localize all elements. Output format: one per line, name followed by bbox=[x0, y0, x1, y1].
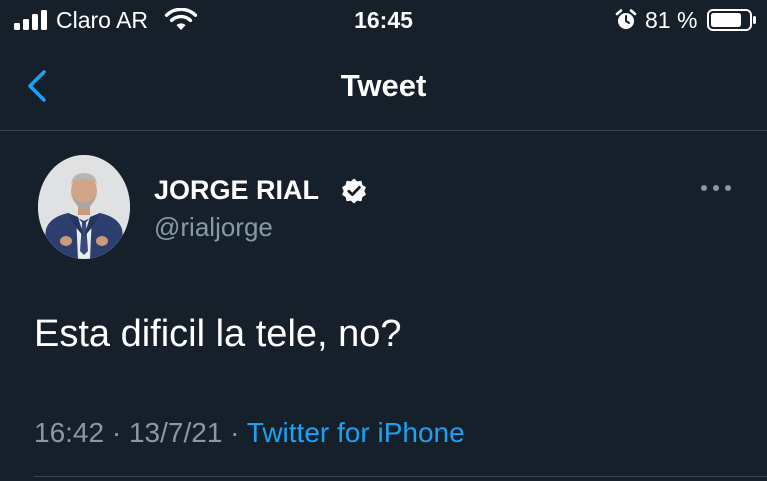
author-handle[interactable]: @rialjorge bbox=[154, 210, 273, 244]
meta-separator: · bbox=[111, 417, 122, 448]
tweet-date: 13/7/21 bbox=[128, 417, 223, 448]
author-name[interactable]: JORGE RIAL bbox=[154, 173, 319, 207]
tweet-text: Esta dificil la tele, no? bbox=[34, 313, 402, 355]
navigation-header: Tweet bbox=[0, 42, 767, 131]
battery-percent: 81 % bbox=[645, 7, 698, 33]
more-options-icon[interactable] bbox=[698, 178, 734, 198]
tweet-meta: 16:42 · 13/7/21 · Twitter for iPhone bbox=[34, 414, 465, 452]
alarm-icon bbox=[615, 9, 637, 29]
page-title: Tweet bbox=[340, 68, 427, 103]
avatar[interactable] bbox=[38, 155, 130, 259]
divider bbox=[34, 476, 767, 477]
tweet-source-link[interactable]: Twitter for iPhone bbox=[247, 417, 465, 448]
status-bar: Claro AR 16:45 81 % bbox=[0, 0, 767, 42]
verified-badge-icon bbox=[342, 178, 366, 204]
avatar-photo bbox=[38, 155, 130, 259]
tweet-time: 16:42 bbox=[34, 417, 105, 448]
meta-separator: · bbox=[230, 417, 240, 448]
battery-icon bbox=[707, 9, 756, 31]
tweet-screen: Claro AR 16:45 81 % Tweet JORGE RIAL @ri… bbox=[0, 0, 767, 481]
